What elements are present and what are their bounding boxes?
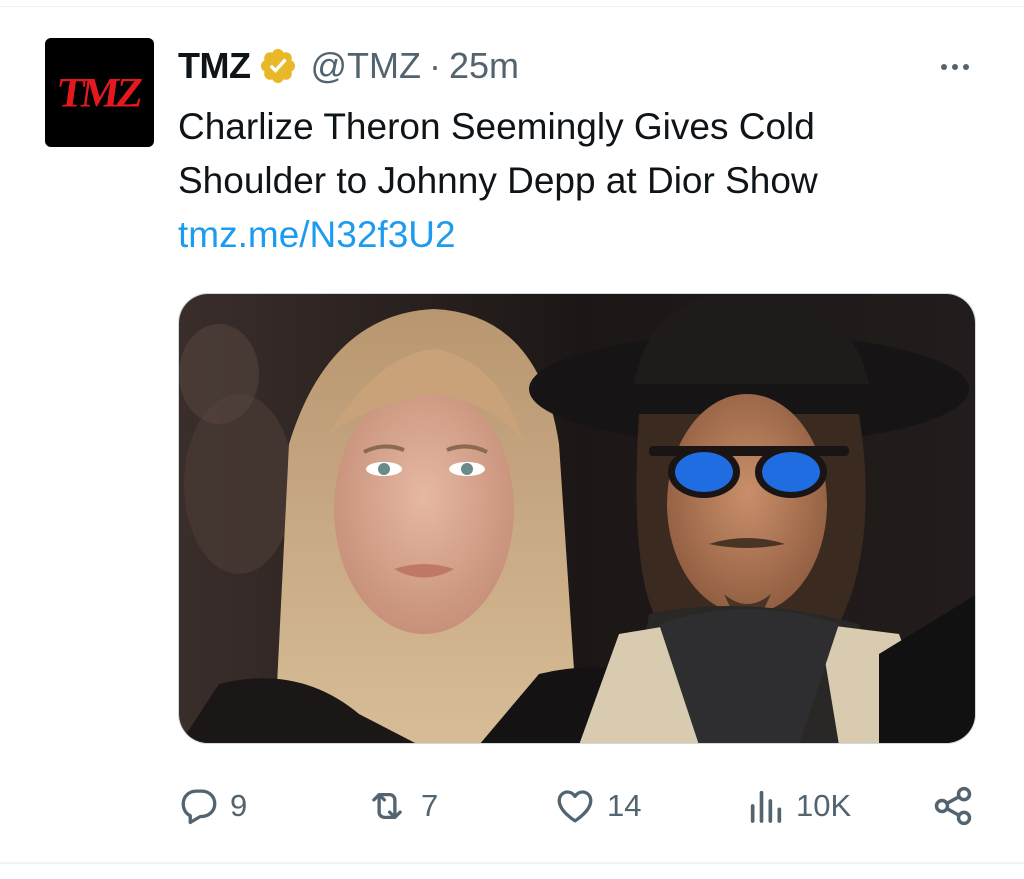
tweet-text-line: Shoulder to Johnny Depp at Dior Show xyxy=(178,160,818,201)
tweet-link[interactable]: tmz.me/N32f3U2 xyxy=(178,208,456,262)
tweet-header: TMZ @TMZ · 25m xyxy=(178,42,519,90)
separator: · xyxy=(428,45,441,86)
tweet-media-photo[interactable] xyxy=(178,293,976,744)
display-name[interactable]: TMZ xyxy=(178,45,251,87)
tweet-text-line: Charlize Theron Seemingly Gives Cold xyxy=(178,106,815,147)
retweet-count: 7 xyxy=(421,788,439,823)
verified-badge-icon[interactable] xyxy=(258,46,298,86)
photo-image xyxy=(179,294,975,743)
handle[interactable]: @TMZ xyxy=(310,45,421,87)
avatar[interactable]: TMZ xyxy=(45,38,154,147)
like-button[interactable]: 14 xyxy=(553,778,641,834)
more-dot xyxy=(941,64,947,70)
views-count: 10K xyxy=(796,788,852,823)
share-icon xyxy=(934,786,972,826)
bottom-divider xyxy=(0,862,1024,864)
tweet-actions: 9 7 14 10K xyxy=(178,778,978,834)
reply-icon xyxy=(181,789,217,825)
share-button[interactable] xyxy=(931,778,975,834)
more-dot xyxy=(952,64,958,70)
views-icon xyxy=(750,790,782,823)
tweet-text: Charlize Theron Seemingly Gives Cold Sho… xyxy=(178,100,958,208)
views-button[interactable]: 10K xyxy=(746,778,851,834)
more-icon[interactable] xyxy=(930,52,980,82)
more-dot xyxy=(963,64,969,70)
top-divider xyxy=(0,6,1024,7)
reply-button[interactable]: 9 xyxy=(178,778,247,834)
reply-count: 9 xyxy=(230,788,248,823)
like-icon xyxy=(557,790,593,823)
retweet-icon xyxy=(372,792,402,820)
tmz-logo: TMZ xyxy=(55,68,144,117)
like-count: 14 xyxy=(607,788,642,823)
timestamp[interactable]: 25m xyxy=(449,45,519,87)
retweet-button[interactable]: 7 xyxy=(363,778,438,834)
